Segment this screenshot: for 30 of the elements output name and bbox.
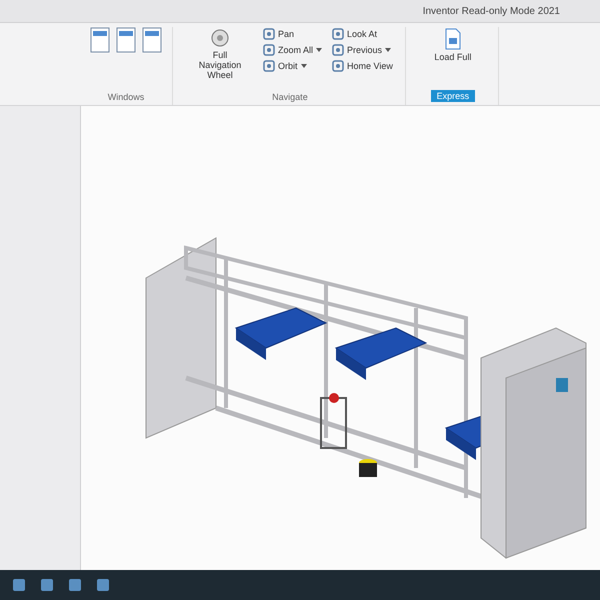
window-layout-icon[interactable]	[116, 27, 136, 53]
group-label: Windows	[108, 92, 144, 104]
ribbon-tool-button[interactable]: Orbit	[261, 59, 324, 73]
ribbon-tool-button[interactable]: Zoom All	[261, 43, 324, 57]
window-layout-icon[interactable]	[142, 27, 162, 53]
ribbon-tool-button[interactable]: Previous	[330, 43, 395, 57]
taskbar-app-icon[interactable]	[40, 578, 54, 592]
window-layout-icon[interactable]	[90, 27, 110, 53]
tool-icon	[332, 44, 344, 56]
taskbar-app-icon[interactable]	[68, 578, 82, 592]
ribbon-tool-button[interactable]: Pan	[261, 27, 324, 41]
caret-icon	[385, 48, 392, 52]
tool-icon	[332, 60, 344, 72]
tool-icon	[263, 28, 275, 40]
group-label: Express	[430, 90, 476, 102]
group-label: Navigate	[272, 92, 308, 104]
navigation-wheel-button[interactable]: Full Navigation Wheel	[185, 27, 255, 81]
tool-icon	[263, 44, 275, 56]
tool-icon	[263, 60, 275, 72]
ribbon-tool-button[interactable]: Home View	[330, 59, 395, 73]
load-full-button[interactable]: Load Full	[418, 27, 488, 63]
steering-wheel-icon	[210, 28, 230, 48]
taskbar-app-icon[interactable]	[12, 578, 26, 592]
window-title: Inventor Read-only Mode 2021	[422, 6, 560, 16]
taskbar-app-icon[interactable]	[96, 578, 110, 592]
ribbon-tool-button[interactable]: Look At	[330, 27, 395, 41]
caret-icon	[316, 48, 322, 52]
caret-icon	[300, 64, 307, 68]
document-icon	[444, 28, 462, 50]
tool-icon	[332, 28, 344, 40]
